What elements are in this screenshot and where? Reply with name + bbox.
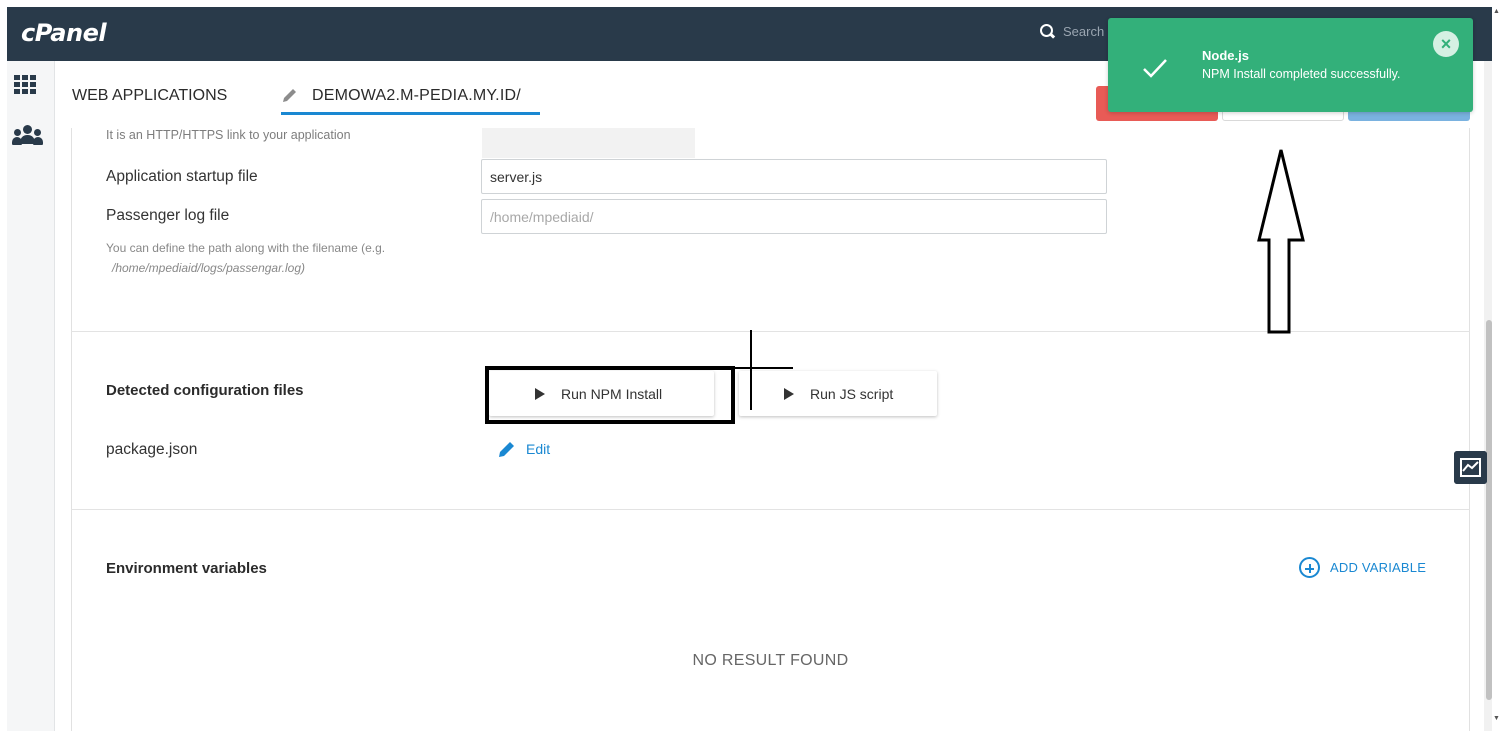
success-toast: Node.js NPM Install completed successful… xyxy=(1108,18,1473,112)
left-sidebar xyxy=(7,61,55,731)
add-variable-button[interactable]: ADD VARIABLE xyxy=(1299,557,1426,578)
config-file-name: package.json xyxy=(106,441,198,458)
search-icon[interactable] xyxy=(1039,23,1055,39)
log-file-label: Passenger log file xyxy=(106,207,230,224)
env-vars-title: Environment variables xyxy=(106,560,267,577)
divider xyxy=(71,509,1470,510)
startup-file-input[interactable] xyxy=(481,159,1107,194)
add-variable-label: ADD VARIABLE xyxy=(1330,560,1427,575)
search-input[interactable] xyxy=(1063,23,1113,39)
cpanel-logo[interactable]: cPanel xyxy=(21,19,107,47)
annotation-highlight-box xyxy=(485,366,735,424)
page: cPanel WEB APPLICATIONS DEMOWA2.M-PEDIA.… xyxy=(0,0,1499,731)
annotation-up-arrow xyxy=(1257,149,1305,334)
toast-title: Node.js xyxy=(1202,48,1249,63)
search-box[interactable] xyxy=(1039,23,1113,39)
url-hint: It is an HTTP/HTTPS link to your applica… xyxy=(106,128,351,142)
stats-chart-icon[interactable] xyxy=(1454,451,1487,484)
pencil-icon xyxy=(283,89,296,102)
users-icon[interactable] xyxy=(12,125,43,151)
log-help-text: You can define the path along with the f… xyxy=(106,241,386,255)
annotation-cursor-line xyxy=(750,330,752,410)
log-help-example: /home/mpediaid/logs/passengar.log) xyxy=(112,261,306,275)
app-title: DEMOWA2.M-PEDIA.MY.ID/ xyxy=(312,87,521,104)
application-url-field xyxy=(482,128,695,158)
startup-file-label: Application startup file xyxy=(106,168,258,185)
pencil-icon xyxy=(499,442,514,457)
edit-label: Edit xyxy=(526,441,551,457)
scroll-down-icon[interactable]: ▼ xyxy=(1493,715,1499,722)
close-icon[interactable]: × xyxy=(1433,31,1459,57)
apps-grid-icon[interactable] xyxy=(14,75,38,95)
edit-package-json-link[interactable]: Edit xyxy=(498,440,550,458)
active-tab-underline xyxy=(281,112,540,115)
empty-state-text: NO RESULT FOUND xyxy=(692,652,849,669)
log-file-help: You can define the path along with the f… xyxy=(106,238,466,278)
play-icon xyxy=(784,387,794,400)
annotation-cursor-line xyxy=(733,367,793,369)
checkmark-icon xyxy=(1143,59,1167,78)
scroll-up-icon[interactable]: ▲ xyxy=(1493,8,1499,15)
toast-message: NPM Install completed successfully. xyxy=(1202,67,1401,81)
plus-circle-icon xyxy=(1299,557,1320,578)
config-files-title: Detected configuration files xyxy=(106,382,304,399)
run-js-script-label: Run JS script xyxy=(810,385,894,402)
breadcrumb-web-applications[interactable]: WEB APPLICATIONS xyxy=(72,87,227,105)
run-js-script-button[interactable]: Run JS script xyxy=(739,371,937,416)
log-file-input[interactable] xyxy=(481,199,1107,234)
scrollbar-thumb[interactable] xyxy=(1486,320,1492,700)
